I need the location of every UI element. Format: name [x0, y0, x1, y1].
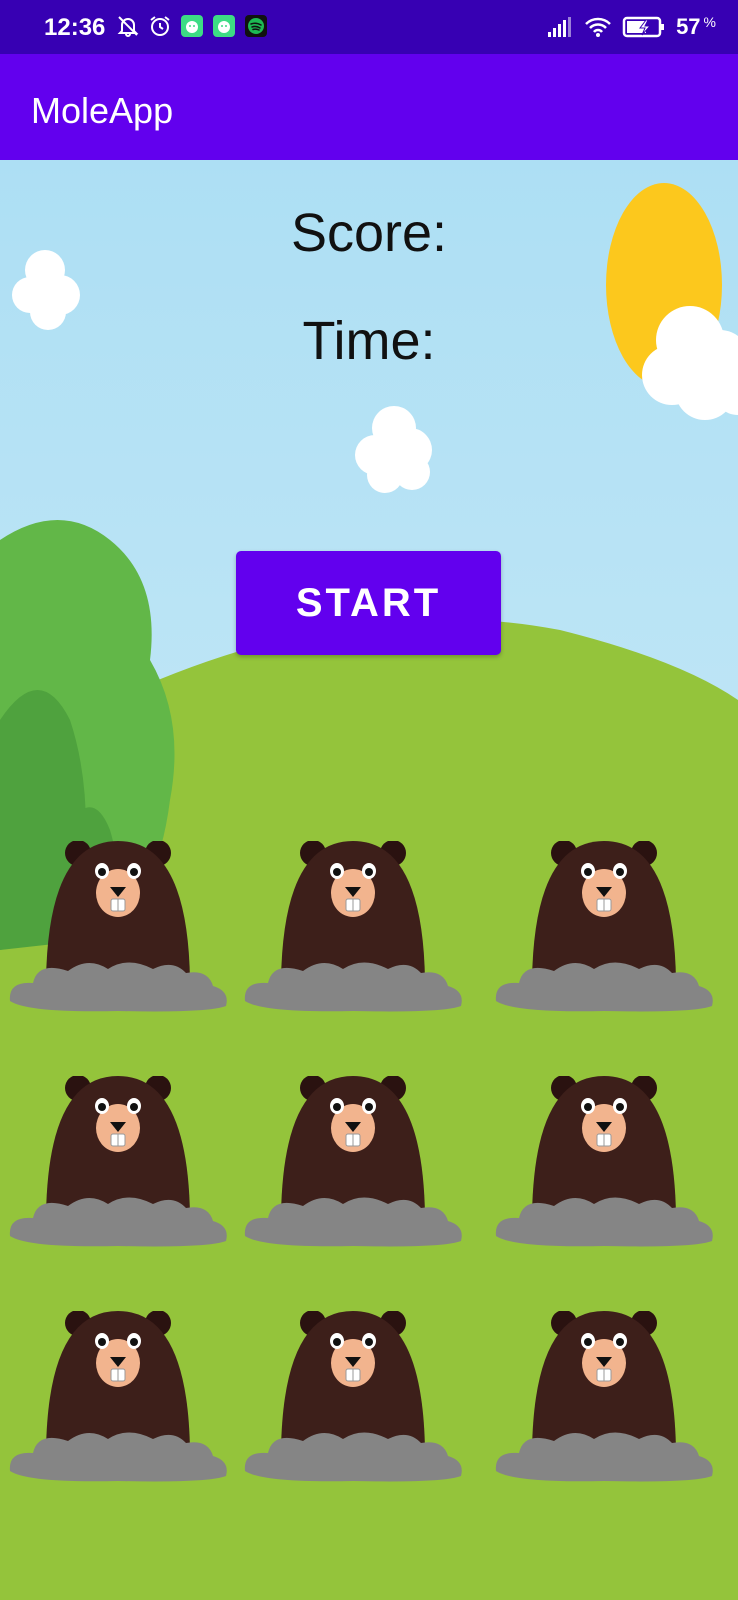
start-button[interactable]: START [236, 551, 501, 655]
mole-icon [9, 840, 227, 1012]
wifi-icon [584, 16, 612, 38]
mole-hole-5[interactable] [243, 1075, 463, 1251]
mole-icon [495, 840, 713, 1012]
battery-percent: 57% [676, 14, 716, 39]
mole-icon [9, 1075, 227, 1247]
mole-icon [495, 1310, 713, 1482]
android-app-icon [180, 14, 204, 38]
time-label: Time: [302, 311, 436, 371]
android-app-icon [212, 14, 236, 38]
alarm-icon [148, 14, 172, 38]
mole-icon [244, 840, 462, 1012]
system-icons: 57% [546, 14, 716, 40]
mole-hole-7[interactable] [8, 1310, 228, 1486]
mole-hole-3[interactable] [494, 840, 714, 1016]
mole-icon [495, 1075, 713, 1247]
app-title: MoleApp [31, 90, 174, 131]
mole-hole-6[interactable] [494, 1075, 714, 1251]
mute-bell-icon [116, 14, 140, 38]
mole-icon [244, 1075, 462, 1247]
score-label: Score: [290, 203, 448, 263]
mole-hole-2[interactable] [243, 840, 463, 1016]
app-bar: MoleApp [0, 54, 738, 160]
battery-charging-icon [622, 15, 666, 39]
mole-icon [244, 1310, 462, 1482]
mole-hole-8[interactable] [243, 1310, 463, 1486]
status-bar: 12:36 57% [0, 0, 738, 54]
mole-icon [9, 1310, 227, 1482]
mole-hole-9[interactable] [494, 1310, 714, 1486]
mole-hole-4[interactable] [8, 1075, 228, 1251]
spotify-icon [244, 14, 268, 38]
mole-hole-1[interactable] [8, 840, 228, 1016]
notification-icons [116, 14, 268, 38]
status-time: 12:36 [44, 14, 106, 41]
signal-icon [546, 16, 574, 38]
game-area: Score: Time: START [0, 160, 738, 1600]
